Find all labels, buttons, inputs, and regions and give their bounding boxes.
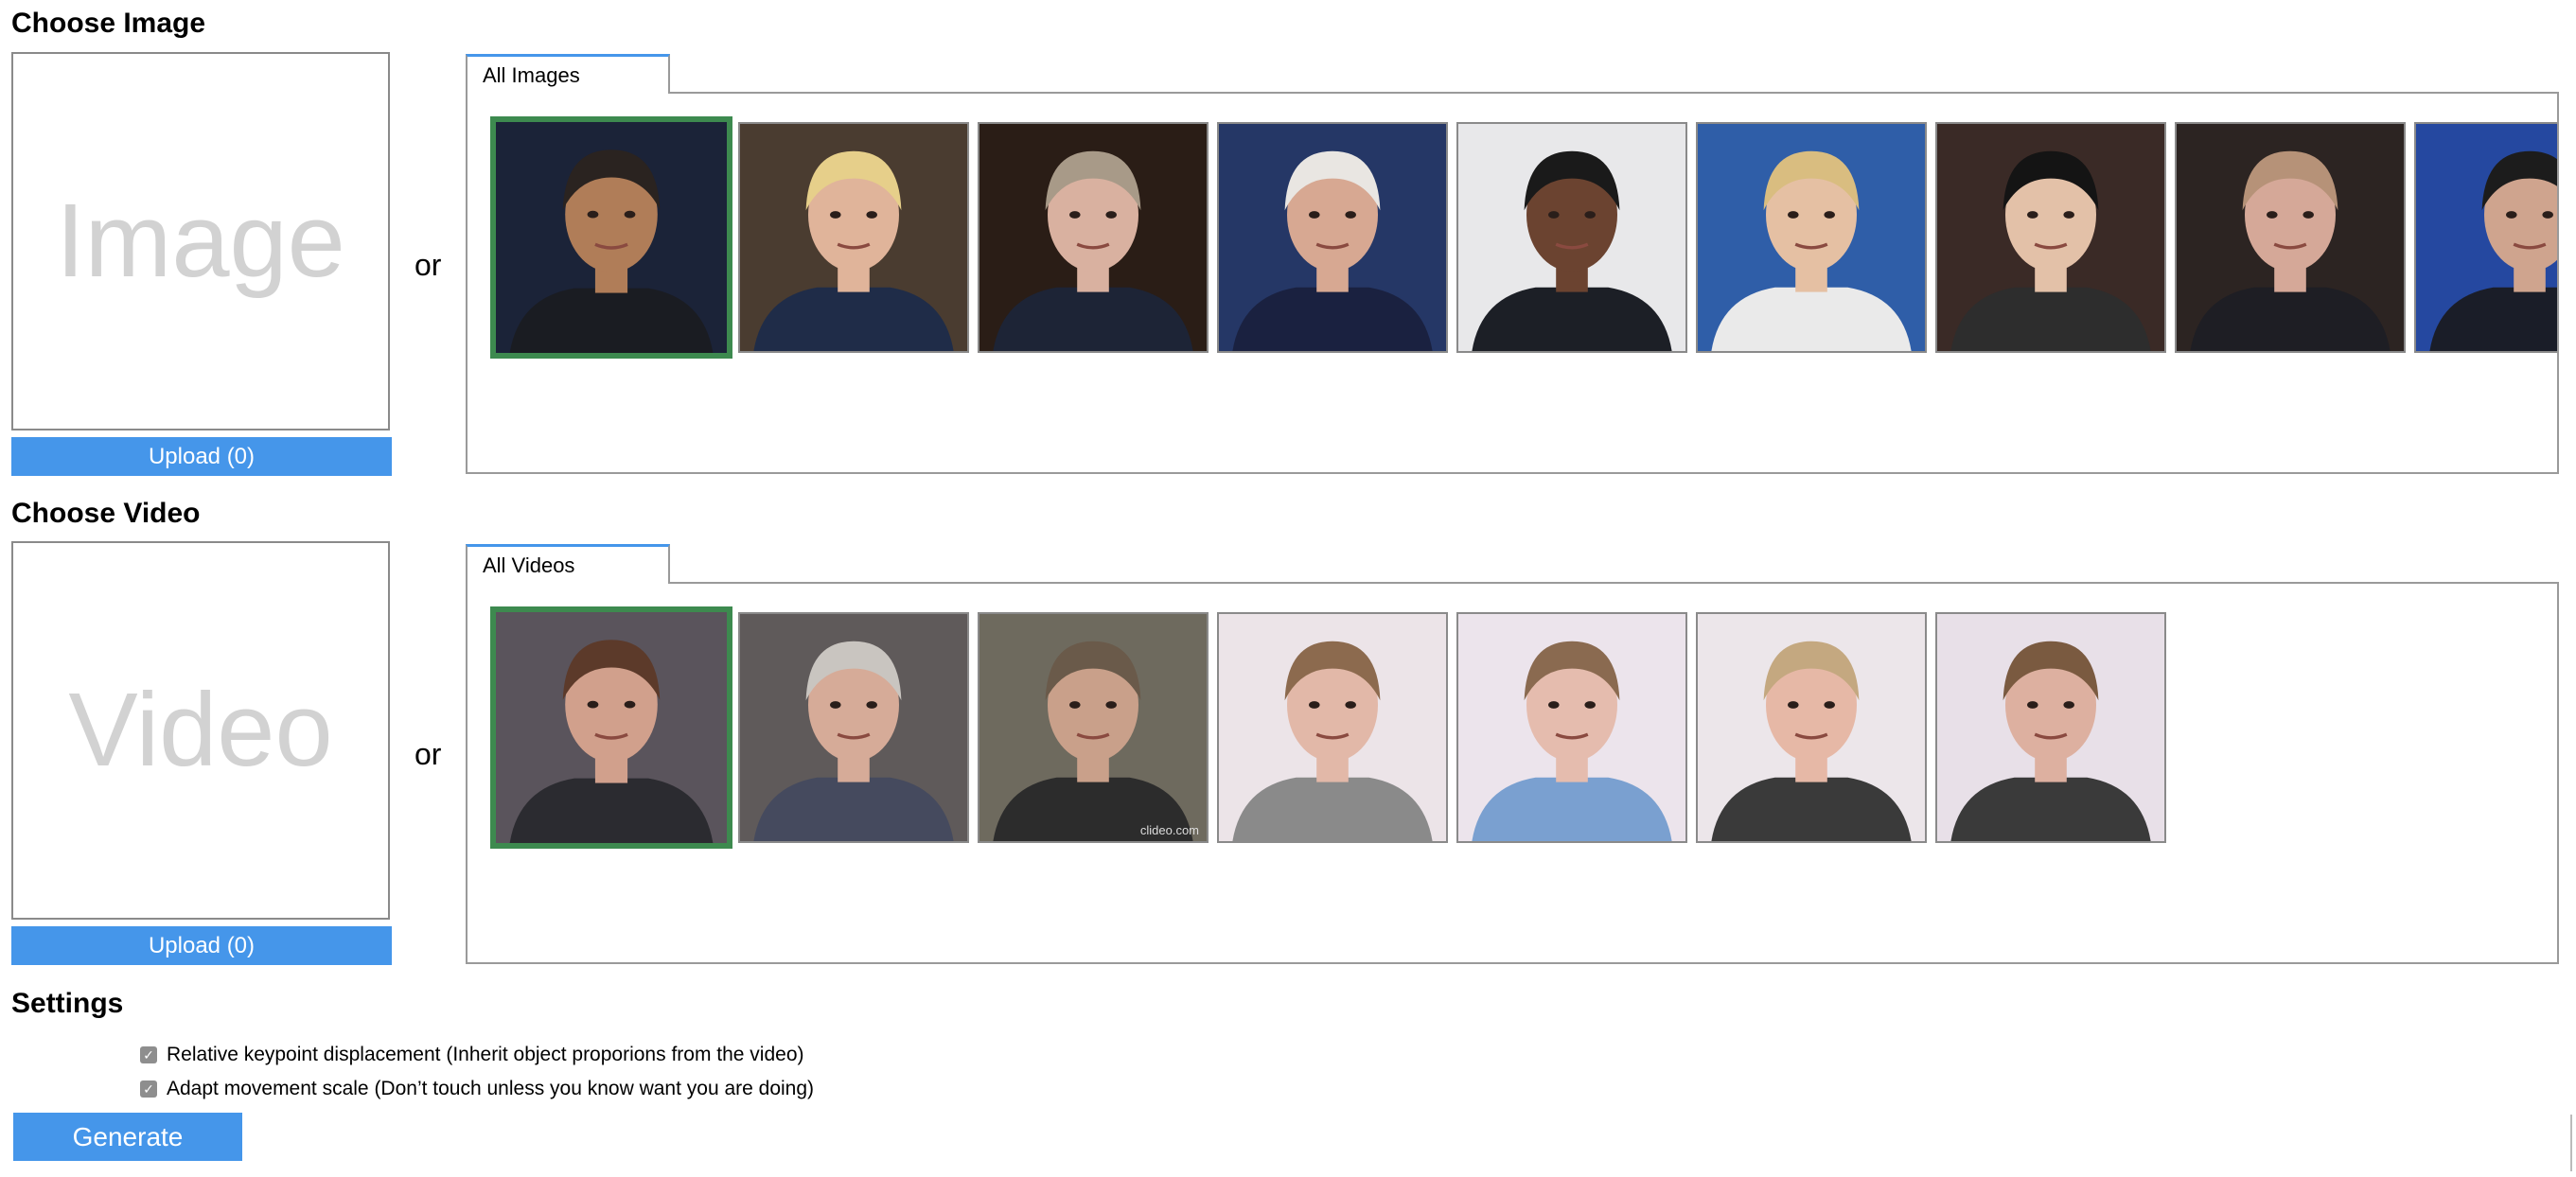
video-thumb-7[interactable] xyxy=(1935,612,2166,843)
portrait-image xyxy=(2177,124,2404,351)
video-thumb-4[interactable] xyxy=(1217,612,1448,843)
image-thumb-4[interactable] xyxy=(1217,122,1448,353)
video-thumb-6[interactable] xyxy=(1696,612,1927,843)
video-preview[interactable]: Video xyxy=(11,541,390,920)
relative-keypoint-option[interactable]: ✓ Relative keypoint displacement (Inheri… xyxy=(140,1045,804,1064)
video-thumb-1[interactable] xyxy=(490,606,732,849)
resize-handle xyxy=(2570,1115,2576,1171)
video-thumb-3[interactable]: clideo.com xyxy=(978,612,1209,843)
video-thumb-5[interactable] xyxy=(1456,612,1687,843)
adapt-movement-label: Adapt movement scale (Don’t touch unless… xyxy=(167,1078,815,1099)
portrait-image xyxy=(1458,614,1685,841)
image-preview[interactable]: Image xyxy=(11,52,390,430)
video-thumbs-row: clideo.com xyxy=(490,606,2175,849)
choose-image-title: Choose Image xyxy=(11,8,206,39)
video-gallery: clideo.com xyxy=(466,582,2559,964)
tab-all-images[interactable]: All Images xyxy=(466,54,670,94)
portrait-image xyxy=(740,614,967,841)
upload-video-button[interactable]: Upload (0) xyxy=(11,926,392,965)
image-thumb-6[interactable] xyxy=(1696,122,1927,353)
portrait-image xyxy=(1219,614,1446,841)
upload-image-button[interactable]: Upload (0) xyxy=(11,437,392,476)
video-or-label: or xyxy=(415,737,442,771)
portrait-image xyxy=(979,124,1207,351)
portrait-image xyxy=(979,614,1207,841)
choose-video-title: Choose Video xyxy=(11,498,201,529)
portrait-image xyxy=(740,124,967,351)
image-thumb-3[interactable] xyxy=(978,122,1209,353)
image-thumb-5[interactable] xyxy=(1456,122,1687,353)
portrait-image xyxy=(1219,124,1446,351)
image-thumbs-row xyxy=(490,116,2557,359)
image-thumb-9[interactable] xyxy=(2414,122,2557,353)
watermark-text: clideo.com xyxy=(1139,823,1199,837)
image-placeholder-text: Image xyxy=(56,183,345,299)
generate-button[interactable]: Generate xyxy=(13,1113,242,1161)
portrait-image xyxy=(1698,124,1925,351)
video-placeholder-text: Video xyxy=(68,672,333,788)
image-or-label: or xyxy=(415,248,442,282)
image-thumb-2[interactable] xyxy=(738,122,969,353)
relative-keypoint-checkbox[interactable]: ✓ xyxy=(140,1045,157,1063)
video-thumb-2[interactable] xyxy=(738,612,969,843)
portrait-image xyxy=(1937,614,2164,841)
image-gallery xyxy=(466,92,2559,474)
tab-all-videos[interactable]: All Videos xyxy=(466,544,670,584)
portrait-image xyxy=(1698,614,1925,841)
portrait-image xyxy=(2416,124,2557,351)
relative-keypoint-label: Relative keypoint displacement (Inherit … xyxy=(167,1044,804,1065)
portrait-image xyxy=(496,122,727,353)
image-thumb-7[interactable] xyxy=(1935,122,2166,353)
adapt-movement-checkbox[interactable]: ✓ xyxy=(140,1080,157,1098)
image-thumb-8[interactable] xyxy=(2175,122,2406,353)
adapt-movement-option[interactable]: ✓ Adapt movement scale (Don’t touch unle… xyxy=(140,1079,814,1098)
image-thumb-1[interactable] xyxy=(490,116,732,359)
portrait-image xyxy=(496,612,727,843)
settings-title: Settings xyxy=(11,988,124,1019)
portrait-image xyxy=(1937,124,2164,351)
portrait-image xyxy=(1458,124,1685,351)
